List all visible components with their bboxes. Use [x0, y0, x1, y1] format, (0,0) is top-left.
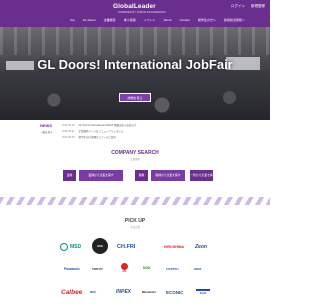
pickup-logo-label: Mitsubishi [142, 290, 156, 294]
news-item[interactable]: 2019.05.22 企業検索ページをリニューアルしました [62, 129, 123, 133]
news-text: 企業検索ページをリニューアルしました [78, 130, 124, 133]
news-item[interactable]: 2019.06.10 GL Doors! International JobFai… [62, 123, 136, 127]
pickup-logo-panasonic[interactable]: Panasonic [64, 264, 80, 274]
pickup-logo-label: HIROSHIMA [164, 245, 185, 249]
pickup-logo-msd[interactable]: MSD [60, 240, 81, 254]
pickup-logo-label: KDDI [194, 267, 202, 271]
pickup-logo-label: Calbee [61, 288, 83, 296]
pickup-logo-tokyo[interactable]: TOKYO [92, 264, 103, 274]
decorative-stripe-divider [0, 197, 270, 205]
pickup-logo-label: ECONIC [166, 289, 184, 295]
main-nav: Top GL Doors 企業検索 求人情報 イベント About Contac… [70, 18, 245, 22]
pickup-logo-calbee[interactable]: Calbee [61, 285, 82, 299]
pickup-logo-label: CH.FRI [117, 244, 136, 250]
pickup-logo-inpex[interactable]: INPEX [116, 287, 131, 297]
site-logo[interactable]: GlobalLeader [113, 3, 156, 10]
pickup-logo-kddi[interactable]: KDDI [194, 264, 201, 274]
news-section: NEWS 一覧を見る 2019.06.10 GL Doors! Internati… [0, 120, 270, 146]
pickup-logo-chfri[interactable]: CH.FRI [117, 240, 135, 254]
nav-item-jobs[interactable]: 求人情報 [124, 18, 136, 22]
search-by-occupation-button[interactable]: 職種から企業を探す [151, 170, 185, 181]
pickup-logo-econic[interactable]: ECONIC [166, 287, 184, 297]
news-text: GL Doors! International JobFair 開催決定のお知ら… [78, 124, 137, 127]
pickup-logo-label: JAL [122, 270, 127, 273]
pickup-subtitle: 注目企業 [129, 226, 140, 229]
nav-item-events[interactable]: イベント [144, 18, 156, 22]
nav-item-about[interactable]: About [164, 18, 172, 22]
hero-title: GL Doors! International JobFair [37, 57, 233, 72]
pickup-logo-label: MSD [70, 244, 82, 250]
nav-item-students[interactable]: 留学生の方へ [198, 18, 216, 22]
company-search-subtitle: 企業検索 [129, 158, 140, 161]
nav-item-company-search[interactable]: 企業検索 [104, 18, 116, 22]
news-date: 2019.06.10 [62, 124, 75, 127]
pickup-logo-hiroshima[interactable]: HIROSHIMA [164, 240, 184, 254]
header-account-links: ログイン 新規登録 [231, 4, 265, 9]
pickup-logo-fujitsu[interactable]: FUJITSU [166, 264, 179, 274]
company-list-button[interactable]: 一覧から企業を探す [190, 170, 213, 188]
search-by-industry-button[interactable]: 業種から企業を探す [79, 170, 123, 181]
pickup-logo-jal[interactable]: JAL [121, 262, 128, 274]
hero-details-button[interactable]: 詳細を見る [119, 93, 151, 102]
jal-crane-icon [121, 263, 128, 270]
news-text: 留学生向け就職セミナーのご案内 [78, 136, 117, 139]
hero-banner: GL Doors! International JobFair 詳細を見る [0, 27, 270, 120]
site-logo-tagline: POWERED BY FORUM ENGINEERING [118, 11, 166, 14]
industry-tag[interactable]: 業種 [63, 170, 76, 181]
msd-mark-icon [60, 243, 68, 251]
news-label: NEWS [40, 123, 52, 128]
company-search-title: COMPANY SEARCH [111, 150, 159, 156]
register-link[interactable]: 新規登録 [251, 4, 265, 9]
pickup-logo-label: Panasonic [64, 267, 80, 271]
occupation-tag[interactable]: 職種 [135, 170, 148, 181]
news-date: 2019.05.08 [62, 136, 75, 139]
news-date: 2019.05.22 [62, 130, 75, 133]
pickup-logo-gen[interactable]: GEN [92, 237, 108, 255]
pickup-logo-label: KAO [199, 291, 207, 295]
pickup-logo-label: INPEX [116, 289, 132, 295]
pickup-logo-kao[interactable]: KAO [196, 287, 210, 297]
login-link[interactable]: ログイン [231, 4, 245, 9]
hero-ceiling-lights [0, 27, 270, 55]
pickup-logo-label: TOKYO [92, 267, 103, 271]
nav-item-top[interactable]: Top [70, 18, 75, 22]
news-item[interactable]: 2019.05.08 留学生向け就職セミナーのご案内 [62, 135, 116, 139]
pickup-logo-zeon[interactable]: Zeon [195, 240, 207, 254]
pickup-title: PICK UP [124, 218, 146, 224]
news-more-link[interactable]: 一覧を見る [40, 130, 53, 134]
pickup-logo-nok[interactable]: NOK [143, 263, 151, 273]
nav-item-gl-doors[interactable]: GL Doors [83, 18, 96, 22]
pickup-logo-label: GEN [92, 238, 108, 254]
pickup-logo-label: NOK [143, 266, 151, 270]
pickup-logo-label: Zeon [195, 244, 207, 250]
pickup-logo-label: FUJITSU [166, 267, 179, 271]
pickup-logo-label: NEC [90, 290, 97, 294]
site-header: GlobalLeader POWERED BY FORUM ENGINEERIN… [0, 0, 270, 27]
nav-item-recruiters[interactable]: 採用担当者様へ [224, 18, 245, 22]
pickup-logo-nec[interactable]: NEC [90, 288, 96, 296]
nav-item-contact[interactable]: Contact [179, 18, 189, 22]
pickup-logo-mitsubishi[interactable]: Mitsubishi [142, 288, 156, 296]
